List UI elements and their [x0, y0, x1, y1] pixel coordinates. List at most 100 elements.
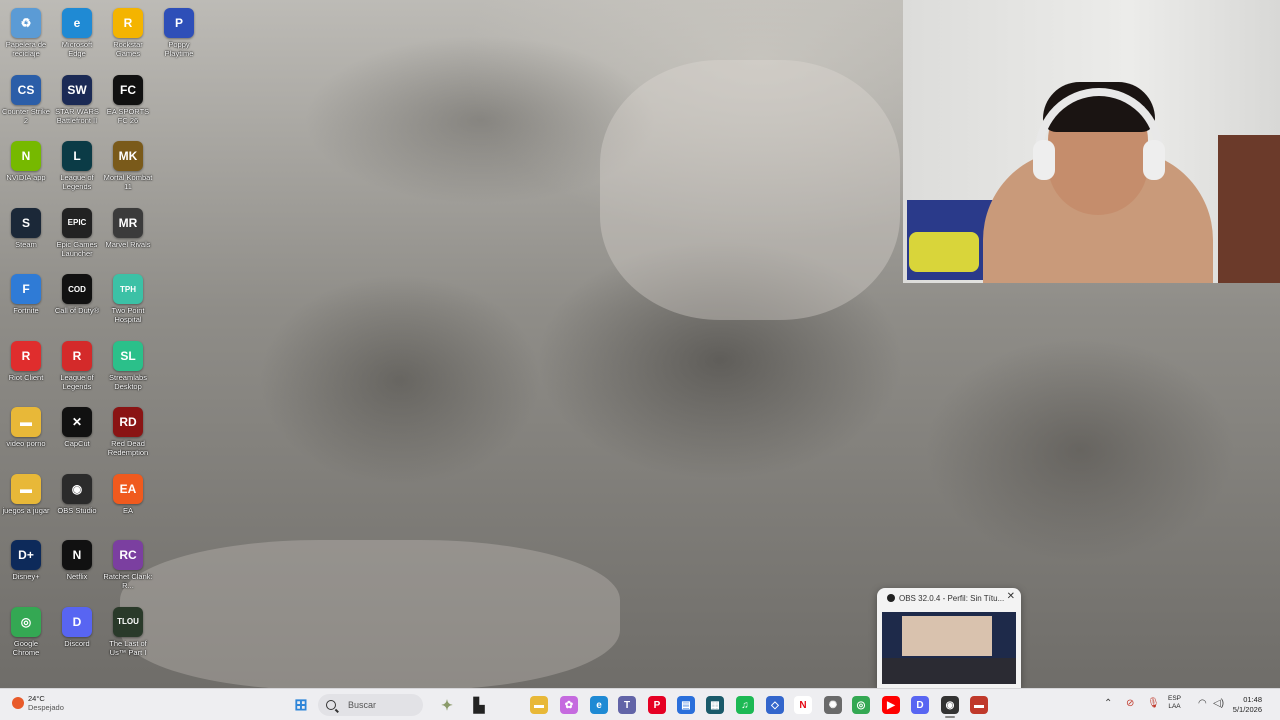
desktop-icon-epic-games[interactable]: EPIC Epic Games Launcher	[52, 204, 102, 268]
clock-time: 01:48	[1243, 695, 1262, 704]
desktop-icon-riot-client[interactable]: R Riot Client	[1, 337, 51, 401]
taskbar-spotify-icon[interactable]: ♫	[736, 696, 754, 714]
microphone-icon[interactable]: 🎙	[1147, 698, 1160, 709]
two-point-hospital-icon: TPH	[113, 274, 143, 304]
taskbar-netflix-icon[interactable]: N	[794, 696, 812, 714]
taskbar-recording-app-icon[interactable]: ▬	[970, 696, 988, 714]
taskbar-terminal-icon[interactable]: ▙	[470, 696, 488, 714]
taskbar-game-controller-icon[interactable]: ✺	[824, 696, 842, 714]
desktop-icon-call-of-duty[interactable]: COD Call of Duty®	[52, 270, 102, 334]
epic-games-icon: EPIC	[62, 207, 92, 238]
taskbar-pinterest-icon[interactable]: P	[648, 696, 666, 714]
taskbar-obs-icon[interactable]: ◉	[941, 696, 959, 714]
fortnite-icon: F	[11, 274, 41, 304]
taskbar-discord-icon[interactable]: D	[911, 696, 929, 714]
desktop-wallpaper: ♻ Papelera de reciclaje CS Counter Strike 2…	[0, 0, 1280, 688]
desktop-icon-label: Netflix	[66, 572, 88, 581]
desktop-icon-two-point-hospital[interactable]: TPH Two Point Hospital	[103, 270, 153, 334]
desktop-icon-disney-plus[interactable]: D+ Disney+	[1, 536, 51, 600]
ea-icon: EA	[113, 473, 143, 504]
desktop-icon-recycle-bin[interactable]: ♻ Papelera de reciclaje	[1, 4, 51, 68]
desktop-icon-star-wars[interactable]: SW STAR WARS Battlefront II	[52, 71, 102, 135]
desktop-icon-label: STAR WARS Battlefront II	[55, 106, 99, 125]
obs-icon	[887, 594, 895, 602]
desktop-icon-label: Ratchet Clank: R...	[103, 572, 153, 590]
active-app-indicator	[945, 716, 955, 718]
volume-icon[interactable]: ◁)	[1213, 698, 1224, 709]
discord-icon: D	[62, 606, 92, 637]
desktop-icon-rockstar[interactable]: R Rockstar Games	[103, 4, 153, 68]
desktop-icon-label: Epic Games Launcher	[56, 239, 98, 258]
taskbar-chrome-icon[interactable]: ◎	[852, 696, 870, 714]
desktop-icon-fortnite[interactable]: F Fortnite	[1, 270, 51, 334]
desktop-icon-label: The Last of Us™ Part I	[109, 638, 147, 657]
webcam-pillow	[909, 232, 979, 272]
taskbar-photos-icon[interactable]: ▦	[706, 696, 724, 714]
desktop-icon-nvidia[interactable]: N NVIDIA app	[1, 137, 51, 201]
taskbar-store-icon[interactable]: ▤	[677, 696, 695, 714]
desktop-icon-edge[interactable]: e Microsoft Edge	[52, 4, 102, 68]
desktop-icon-ea-fc[interactable]: FC EA SPORTS FC 26	[103, 71, 153, 135]
desktop-icon-counter-strike[interactable]: CS Counter Strike 2	[1, 71, 51, 135]
chevron-up-icon[interactable]: ⌃	[1104, 698, 1112, 709]
security-icon[interactable]: ⊘	[1126, 698, 1134, 709]
steam-icon: S	[11, 207, 41, 238]
wallpaper-trench-wall	[600, 60, 900, 320]
poppy-playtime-icon: P	[164, 8, 194, 38]
taskbar-edge-icon[interactable]: e	[590, 696, 608, 714]
taskbar-vscode-icon[interactable]: ◇	[766, 696, 784, 714]
desktop-icon-label: juegos a jugar	[2, 505, 50, 515]
desktop-icon-marvel-rivals[interactable]: MR Marvel Rivals	[103, 204, 153, 268]
desktop-icon-label: Red Dead Redemption	[107, 439, 149, 457]
taskbar-file-explorer-icon[interactable]: ▬	[530, 696, 548, 714]
webcam-overlay	[903, 0, 1280, 283]
desktop-icon-label: Discord	[64, 638, 90, 648]
search-box[interactable]: Buscar	[318, 694, 423, 716]
windows-start-icon[interactable]: ⊞	[292, 696, 310, 714]
wallpaper-rubble	[120, 540, 620, 688]
disney-plus-icon: D+	[11, 540, 41, 570]
taskbar-youtube-icon[interactable]: ▶	[882, 696, 900, 714]
nvidia-icon: N	[11, 141, 41, 171]
desktop-icon-steam[interactable]: S Steam	[1, 204, 51, 268]
weather-widget[interactable]: 24°C Despejado	[12, 694, 64, 712]
desktop-icon-poppy-playtime[interactable]: P Poppy Playtime	[154, 4, 204, 68]
desktop-icon-chrome[interactable]: ◎ Google Chrome	[1, 603, 51, 667]
recycle-bin-icon: ♻	[11, 8, 41, 38]
clock[interactable]: 01:48 5/1/2026	[1233, 695, 1262, 715]
taskbar-copilot-icon[interactable]: ✿	[560, 696, 578, 714]
desktop-icon-last-of-us[interactable]: TLOU The Last of Us™ Part I	[103, 603, 153, 667]
folder-icon: ▬	[11, 473, 41, 504]
desktop-icon-league-of-legends[interactable]: R League of Legends	[52, 337, 102, 401]
obs-preview-title: OBS 32.0.4 - Perfil: Sin Títu...	[887, 593, 1007, 603]
marvel-rivals-icon: MR	[113, 207, 143, 238]
riot-client-icon: R	[11, 340, 41, 371]
desktop-icon-capcut[interactable]: ✕ CapCut	[52, 403, 102, 467]
desktop-icon-label: Poppy Playtime	[164, 40, 194, 58]
taskbar-game-icon[interactable]: ✦	[438, 696, 456, 714]
close-icon[interactable]: ✕	[1007, 591, 1015, 602]
desktop-icon-label: CapCut	[64, 439, 90, 448]
language-indicator[interactable]: ESP LAA	[1168, 695, 1181, 711]
desktop-icon-folder[interactable]: ▬ video porno	[1, 403, 51, 467]
desktop-icon-netflix[interactable]: N Netflix	[52, 536, 102, 600]
desktop-icon-streamlabs[interactable]: SL Streamlabs Desktop	[103, 337, 153, 401]
desktop-icon-discord[interactable]: D Discord	[52, 603, 102, 667]
desktop-icon-ratchet-clank[interactable]: RC Ratchet Clank: R...	[103, 536, 153, 600]
wifi-icon[interactable]: ◠	[1198, 698, 1207, 709]
desktop-icon-red-dead[interactable]: RD Red Dead Redemption	[103, 403, 153, 467]
clock-date: 5/1/2026	[1232, 705, 1262, 714]
obs-taskbar-preview[interactable]: OBS 32.0.4 - Perfil: Sin Títu... ✕	[877, 588, 1021, 688]
language-top: ESP	[1168, 695, 1182, 702]
desktop-icon-label: OBS Studio	[57, 505, 97, 515]
desktop-icon-label: Rockstar Games	[113, 40, 143, 58]
desktop-icon-mortal-kombat[interactable]: MK Mortal Kombat 11	[103, 137, 153, 201]
desktop-icon-folder[interactable]: ▬ juegos a jugar	[1, 470, 51, 534]
ea-fc-icon: FC	[113, 74, 143, 105]
taskbar-teams-icon[interactable]: T	[618, 696, 636, 714]
desktop-icon-league-of-legends[interactable]: L League of Legends	[52, 137, 102, 201]
desktop-icon-obs[interactable]: ◉ OBS Studio	[52, 470, 102, 534]
desktop-icon-ea[interactable]: EA EA	[103, 470, 153, 534]
obs-preview-title-text: OBS 32.0.4 - Perfil: Sin Títu...	[899, 594, 1005, 603]
obs-preview-camera	[902, 616, 992, 656]
